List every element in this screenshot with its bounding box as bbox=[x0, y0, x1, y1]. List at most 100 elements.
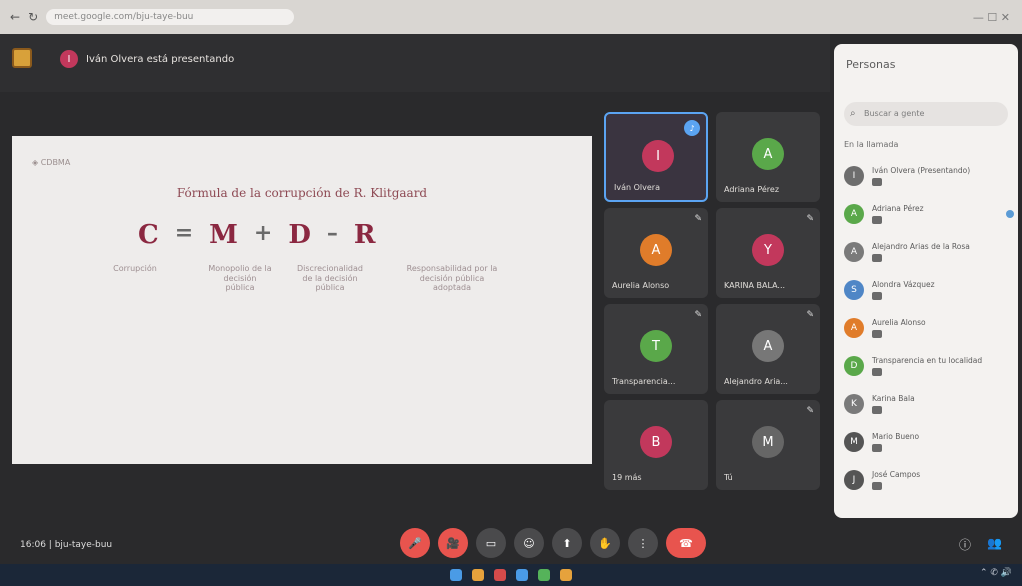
search-placeholder: Buscar a gente bbox=[864, 109, 925, 118]
folder-icon[interactable] bbox=[472, 569, 484, 581]
mic-icon bbox=[872, 482, 882, 490]
info-icon[interactable]: ⓘ bbox=[959, 536, 971, 553]
person-name: José Campos bbox=[872, 470, 921, 479]
back-icon[interactable]: ← bbox=[10, 10, 20, 24]
formula-caption: Corrupción bbox=[113, 264, 157, 273]
formula-term: C bbox=[138, 220, 159, 250]
mic-off-icon: ✎ bbox=[694, 310, 702, 320]
participant-name: KARINA BALA... bbox=[724, 281, 786, 290]
people-list-item[interactable]: I Iván Olvera (Presentando) bbox=[844, 162, 1014, 192]
avatar: A bbox=[844, 204, 864, 224]
side-controls: ⓘ 👥 bbox=[959, 536, 1002, 553]
participant-name: Alejandro Aria... bbox=[724, 377, 788, 386]
participant-tile[interactable]: ✎ M Tú bbox=[716, 400, 820, 490]
reactions-button[interactable]: ☺ bbox=[514, 528, 544, 558]
person-name: Alondra Vázquez bbox=[872, 280, 935, 289]
avatar: D bbox=[844, 356, 864, 376]
section-label: En la llamada bbox=[844, 140, 899, 149]
avatar: M bbox=[844, 432, 864, 452]
formula-term: R bbox=[353, 220, 376, 250]
app-icon[interactable] bbox=[516, 569, 528, 581]
app-icon[interactable] bbox=[538, 569, 550, 581]
participant-name: Transparencia... bbox=[612, 377, 676, 386]
avatar: Y bbox=[752, 234, 784, 266]
people-list-item[interactable]: S Alondra Vázquez bbox=[844, 276, 1014, 306]
participant-tile[interactable]: ✎ T Transparencia... bbox=[604, 304, 708, 394]
mic-icon bbox=[872, 330, 882, 338]
formula-operator: = bbox=[174, 220, 194, 246]
start-icon[interactable] bbox=[450, 569, 462, 581]
avatar: S bbox=[844, 280, 864, 300]
leave-call-button[interactable]: ☎ bbox=[666, 528, 706, 558]
presenter-avatar: I bbox=[60, 50, 78, 68]
more-options-button[interactable]: ⋮ bbox=[628, 528, 658, 558]
people-icon[interactable]: 👥 bbox=[987, 536, 1002, 553]
mic-off-icon: ✎ bbox=[806, 214, 814, 224]
presenter-text: Iván Olvera está presentando bbox=[86, 53, 235, 65]
participant-tile[interactable]: ✎ A Aurelia Alonso bbox=[604, 208, 708, 298]
participant-tile[interactable]: ✎ A Alejandro Aria... bbox=[716, 304, 820, 394]
formula-caption: Monopolio de la decisión pública bbox=[208, 264, 272, 293]
avatar: M bbox=[752, 426, 784, 458]
panel-title: Personas bbox=[846, 58, 896, 71]
call-controls: 🎤 🎥 ▭ ☺ ⬆ ✋ ⋮ ☎ bbox=[400, 528, 706, 558]
slide-logo: ◈ CDBMA bbox=[32, 158, 71, 167]
app-logo-icon bbox=[12, 48, 32, 68]
people-search-input[interactable]: ⌕ Buscar a gente bbox=[844, 102, 1008, 126]
participant-name: Adriana Pérez bbox=[724, 185, 780, 194]
person-name: Transparencia en tu localidad bbox=[872, 356, 983, 365]
person-name: Adriana Pérez bbox=[872, 204, 924, 213]
avatar: K bbox=[844, 394, 864, 414]
avatar: I bbox=[844, 166, 864, 186]
avatar: B bbox=[640, 426, 672, 458]
window-controls[interactable]: — ☐ ✕ bbox=[973, 11, 1010, 24]
participant-name: Tú bbox=[724, 473, 733, 482]
camera-toggle-button[interactable]: 🎥 bbox=[438, 528, 468, 558]
browser-icon[interactable] bbox=[494, 569, 506, 581]
participant-name: 19 más bbox=[612, 473, 642, 482]
meeting-top-bar: I Iván Olvera está presentando bbox=[0, 34, 830, 92]
formula-operator: + bbox=[253, 220, 273, 246]
mic-icon bbox=[872, 178, 882, 186]
people-list-item[interactable]: M Mario Bueno bbox=[844, 428, 1014, 458]
people-list-item[interactable]: D Transparencia en tu localidad bbox=[844, 352, 1014, 382]
presentation-slide: ◈ CDBMA Fórmula de la corrupción de R. K… bbox=[12, 136, 592, 464]
speaking-icon: ♪ bbox=[684, 120, 700, 136]
avatar: A bbox=[752, 330, 784, 362]
participant-tile[interactable]: A Adriana Pérez bbox=[716, 112, 820, 202]
mic-icon bbox=[872, 216, 882, 224]
present-button[interactable]: ⬆ bbox=[552, 528, 582, 558]
captions-button[interactable]: ▭ bbox=[476, 528, 506, 558]
people-list-item[interactable]: A Alejandro Arias de la Rosa bbox=[844, 238, 1014, 268]
person-name: Alejandro Arias de la Rosa bbox=[872, 242, 970, 251]
people-list-item[interactable]: J José Campos bbox=[844, 466, 1014, 496]
participant-tile[interactable]: ♪ I Iván Olvera bbox=[604, 112, 708, 202]
mic-off-icon: ✎ bbox=[806, 310, 814, 320]
app-icon[interactable] bbox=[560, 569, 572, 581]
avatar: A bbox=[640, 234, 672, 266]
presenter-indicator: I Iván Olvera está presentando bbox=[60, 50, 234, 68]
mic-off-icon: ✎ bbox=[694, 214, 702, 224]
person-name: Iván Olvera (Presentando) bbox=[872, 166, 971, 175]
system-tray[interactable]: ⌃ ✆ 🔊 bbox=[980, 568, 1012, 578]
avatar: A bbox=[844, 318, 864, 338]
reload-icon[interactable]: ↻ bbox=[28, 10, 38, 24]
avatar: A bbox=[844, 242, 864, 262]
people-list-item[interactable]: A Adriana Pérez bbox=[844, 200, 1014, 230]
participant-tile[interactable]: B 19 más bbox=[604, 400, 708, 490]
people-list-item[interactable]: K Karina Bala bbox=[844, 390, 1014, 420]
participant-tile[interactable]: ✎ Y KARINA BALA... bbox=[716, 208, 820, 298]
slide-title: Fórmula de la corrupción de R. Klitgaard bbox=[176, 186, 428, 200]
meet-screen: ← ↻ meet.google.com/bju-taye-buu — ☐ ✕ I… bbox=[0, 0, 1022, 586]
address-bar[interactable]: meet.google.com/bju-taye-buu bbox=[46, 9, 295, 25]
person-name: Mario Bueno bbox=[872, 432, 920, 441]
participant-name: Iván Olvera bbox=[614, 183, 660, 192]
participant-name: Aurelia Alonso bbox=[612, 281, 670, 290]
people-list-item[interactable]: A Aurelia Alonso bbox=[844, 314, 1014, 344]
formula-operator: – bbox=[326, 220, 338, 246]
mic-off-icon: ✎ bbox=[806, 406, 814, 416]
mic-toggle-button[interactable]: 🎤 bbox=[400, 528, 430, 558]
raise-hand-button[interactable]: ✋ bbox=[590, 528, 620, 558]
mic-icon bbox=[872, 254, 882, 262]
avatar: I bbox=[642, 140, 674, 172]
